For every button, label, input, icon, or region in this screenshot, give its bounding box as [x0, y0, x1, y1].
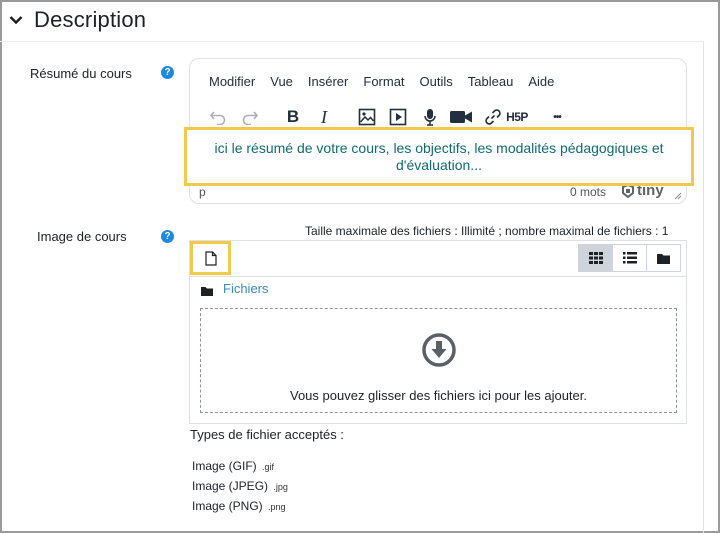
grid-view-button[interactable]: [578, 244, 613, 272]
menu-vue[interactable]: Vue: [270, 74, 293, 89]
menu-format[interactable]: Format: [363, 74, 404, 89]
word-count[interactable]: 0 mots: [570, 185, 606, 199]
element-path[interactable]: p: [199, 185, 206, 199]
editor-menubar: Modifier Vue Insérer Format Outils Table…: [209, 74, 569, 89]
menu-aide[interactable]: Aide: [528, 74, 554, 89]
menu-inserer[interactable]: Insérer: [308, 74, 348, 89]
type-name: Image (GIF): [192, 459, 257, 473]
type-ext: .png: [268, 502, 286, 512]
list-view-button[interactable]: [612, 244, 647, 272]
filemanager-path-bar: Fichiers: [189, 276, 687, 299]
file-icon: [204, 250, 217, 266]
help-icon[interactable]: ?: [161, 230, 174, 243]
files-folder-link[interactable]: Fichiers: [223, 281, 269, 296]
list-item: Image (JPEG) .jpg: [192, 479, 288, 499]
menu-tableau[interactable]: Tableau: [468, 74, 514, 89]
chevron-down-icon[interactable]: [5, 9, 27, 31]
section-title: Description: [34, 7, 147, 32]
type-ext: .gif: [262, 462, 275, 472]
view-switcher: [578, 244, 681, 272]
divider: [703, 42, 704, 533]
summary-highlight-box: ici le résumé de votre cours, les object…: [184, 127, 694, 186]
divider: [0, 41, 704, 42]
menu-modifier[interactable]: Modifier: [209, 74, 255, 89]
help-icon[interactable]: ?: [161, 66, 174, 79]
download-arrow-icon: [422, 333, 456, 372]
tree-view-button[interactable]: [646, 244, 681, 272]
list-item: Image (PNG) .png: [192, 499, 288, 519]
accepted-types-list: Image (GIF) .gif Image (JPEG) .jpg Image…: [192, 459, 288, 519]
add-file-button[interactable]: [190, 241, 231, 275]
type-name: Image (PNG): [192, 499, 263, 513]
file-dropzone[interactable]: Vous pouvez glisser des fichiers ici pou…: [200, 308, 677, 413]
dropzone-text: Vous pouvez glisser des fichiers ici pou…: [290, 388, 587, 403]
resize-handle-icon[interactable]: [674, 189, 682, 203]
accepted-types-label: Types de fichier acceptés :: [190, 427, 344, 442]
summary-text[interactable]: ici le résumé de votre cours, les object…: [187, 130, 691, 183]
type-name: Image (JPEG): [192, 479, 269, 493]
menu-outils[interactable]: Outils: [420, 74, 453, 89]
list-item: Image (GIF) .gif: [192, 459, 288, 479]
filemanager-body: Vous pouvez glisser des fichiers ici pou…: [189, 298, 687, 424]
section-header[interactable]: Description: [2, 2, 146, 38]
list-icon: [622, 252, 637, 264]
summary-label: Résumé du cours: [30, 66, 132, 81]
type-ext: .jpg: [273, 482, 288, 492]
grid-icon: [588, 252, 603, 264]
folder-icon: [657, 253, 670, 264]
course-image-label: Image de cours: [37, 229, 127, 244]
file-limits: Taille maximale des fichiers : Illimité …: [305, 224, 669, 238]
